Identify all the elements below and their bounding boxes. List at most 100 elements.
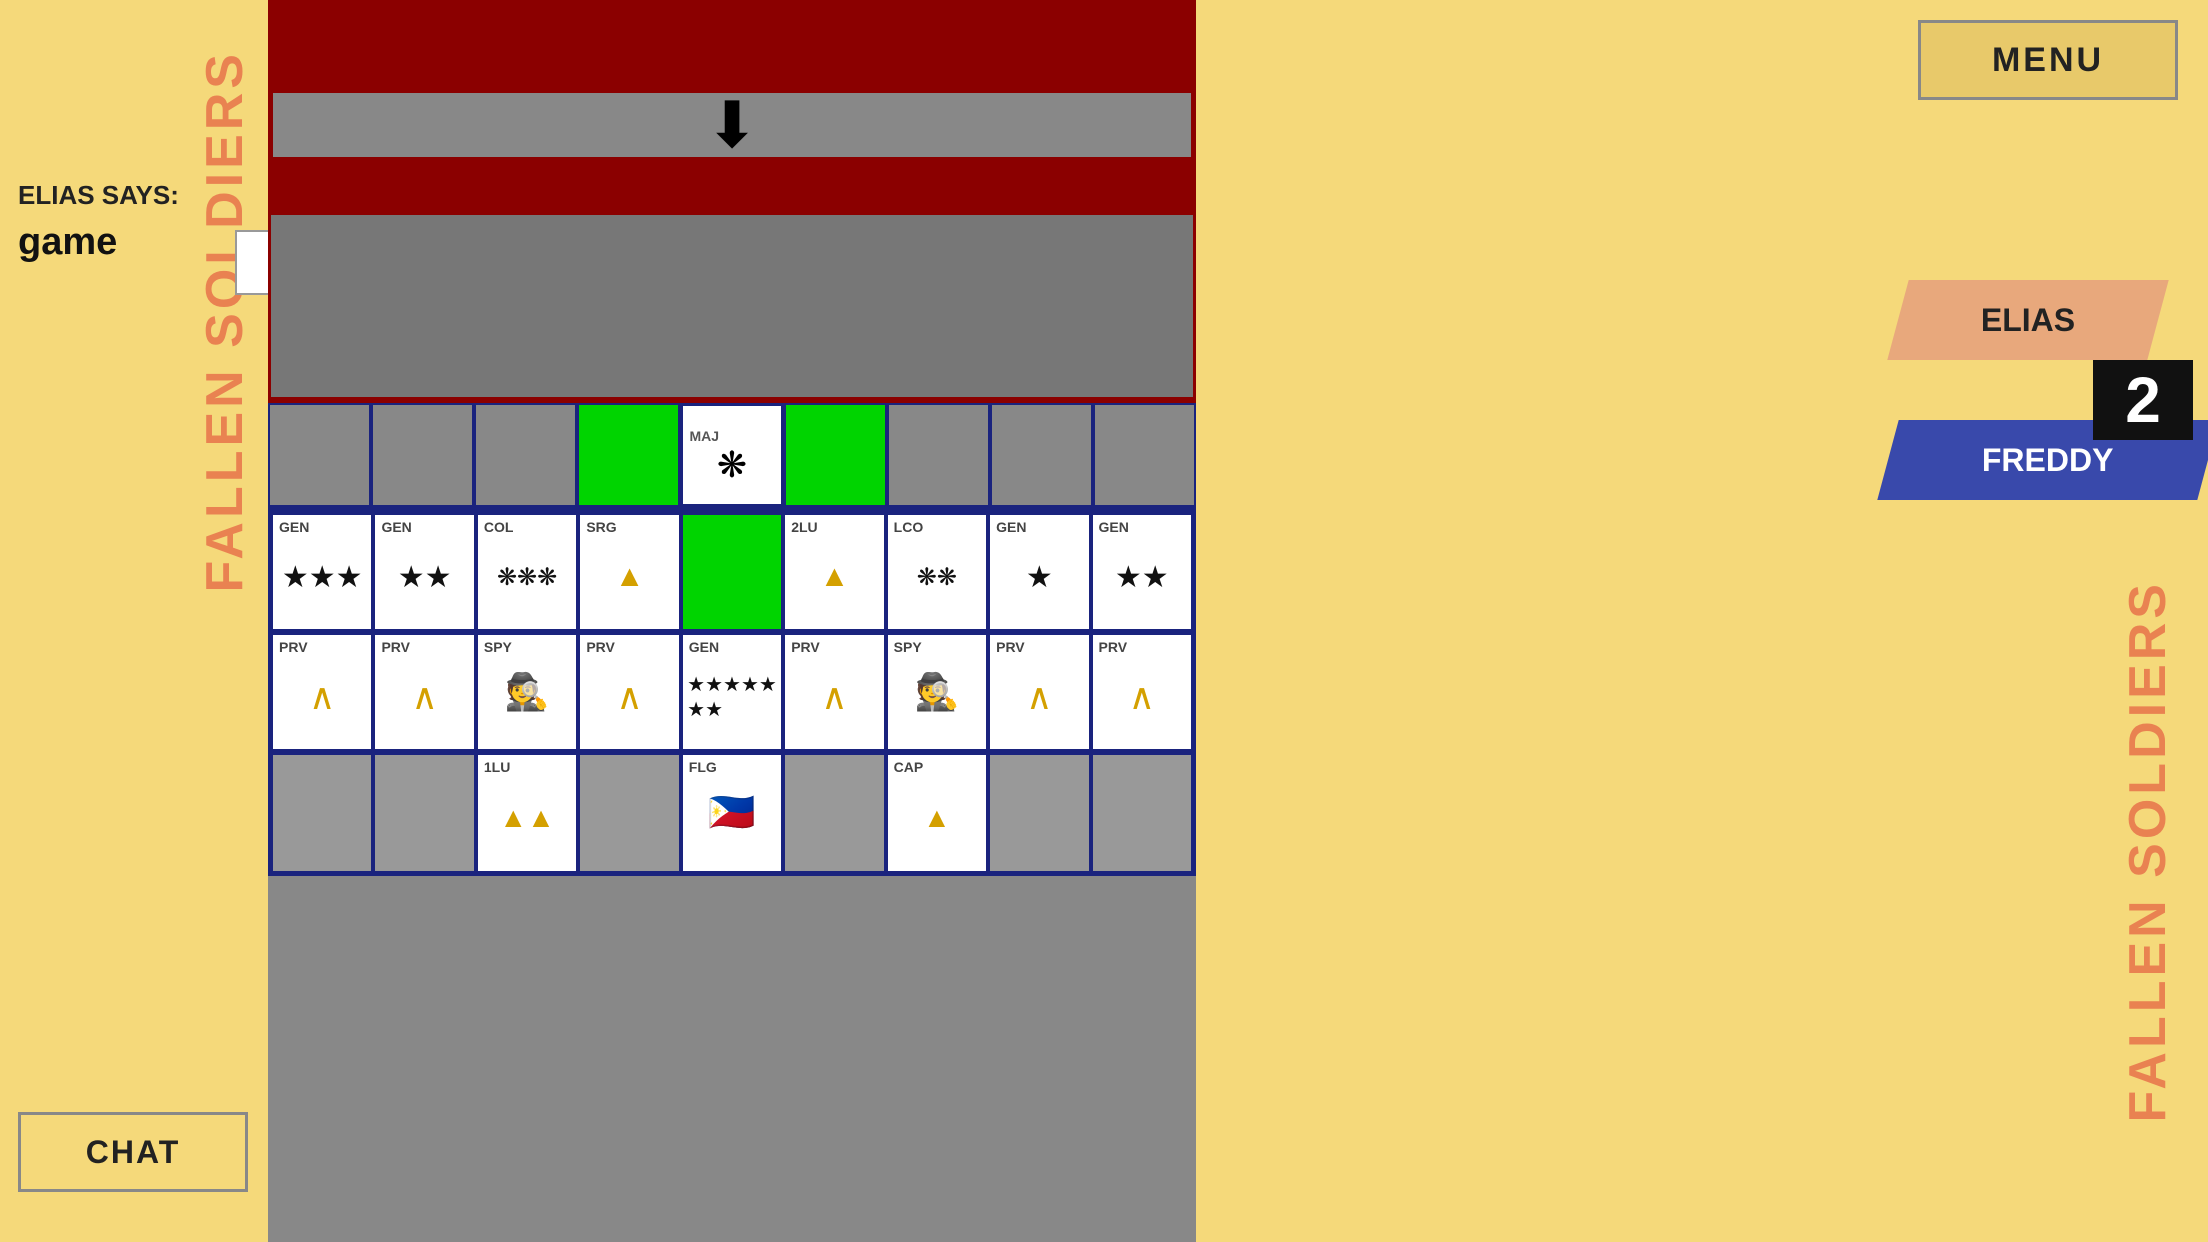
rank-icon-r1c3: ▲: [615, 560, 645, 594]
player-cell-r2c6-spy[interactable]: SPY 🕵: [886, 633, 988, 751]
rank-label-r1c1: GEN: [381, 519, 411, 535]
rank-label-r1c3: SRG: [586, 519, 616, 535]
player-cell-r3c8: [1091, 753, 1193, 873]
player-cell-r2c5[interactable]: PRV ∧: [783, 633, 885, 751]
rank-icon-r1c1: ★★: [398, 560, 452, 595]
mid-cell-2: [474, 403, 577, 507]
middle-area: MAJ ❋: [268, 400, 1196, 510]
rank-label-r3c6: CAP: [894, 759, 924, 775]
player-cell-r3c2-1lu[interactable]: 1LU ▲▲: [476, 753, 578, 873]
player-cell-r3c5: [783, 753, 885, 873]
mid-maj-label: MAJ: [689, 428, 719, 444]
player-cell-r2c2-spy[interactable]: SPY 🕵: [476, 633, 578, 751]
spy-icon-r2c6: 🕵: [914, 671, 959, 713]
player-cell-r1c2[interactable]: COL ❋❋❋: [476, 513, 578, 631]
rank-label-r2c7: PRV: [996, 639, 1025, 655]
player-cell-r1c5[interactable]: 2LU ▲: [783, 513, 885, 631]
rank-icon-r2c4: ★★★★★★★: [687, 672, 777, 722]
elias-says-label: ELIAS SAYS:: [18, 180, 248, 211]
player-cell-r1c3[interactable]: SRG ▲: [578, 513, 680, 631]
menu-button[interactable]: MENU: [1918, 20, 2178, 100]
rank-label-r1c2: COL: [484, 519, 514, 535]
player-cell-r1c0[interactable]: GEN ★★★: [271, 513, 373, 631]
mid-cell-5-green[interactable]: [784, 403, 887, 507]
freddy-banner-text: FREDDY: [1982, 442, 2114, 479]
player-cell-r1c4-green[interactable]: [681, 513, 783, 631]
player-cell-r3c3: [578, 753, 680, 873]
rank-icon-r3c2: ▲▲: [499, 802, 554, 834]
player-cell-r3c4-flag[interactable]: FLG 🇵🇭: [681, 753, 783, 873]
spy-icon-r2c2: 🕵: [505, 671, 550, 713]
player-cell-r1c7[interactable]: GEN ★: [988, 513, 1090, 631]
player-cell-r2c8[interactable]: PRV ∧: [1091, 633, 1193, 751]
rank-icon-r2c5: ∧: [821, 676, 847, 718]
rank-icon-r1c0: ★★★: [282, 560, 363, 595]
rank-label-r1c0: GEN: [279, 519, 309, 535]
rank-label-r2c4: GEN: [689, 639, 719, 655]
rank-icon-r3c6: ▲: [923, 802, 951, 834]
score-display: 2: [2093, 360, 2193, 440]
fallen-soldiers-left-label: FALLEN SOLDIERS: [195, 50, 255, 592]
elias-banner: ELIAS: [1887, 280, 2168, 360]
rank-label-r3c4: FLG: [689, 759, 717, 775]
fallen-soldiers-right-label: FALLEN SOLDIERS: [2118, 580, 2178, 1122]
rank-label-r3c2: 1LU: [484, 759, 510, 775]
player-cell-r2c4[interactable]: GEN ★★★★★★★: [681, 633, 783, 751]
rank-label-r2c0: PRV: [279, 639, 308, 655]
arrow-down-icon: ⬇: [705, 93, 759, 157]
rank-label-r2c8: PRV: [1099, 639, 1128, 655]
player-cell-r2c7[interactable]: PRV ∧: [988, 633, 1090, 751]
rank-label-r2c2: SPY: [484, 639, 512, 655]
rank-icon-r2c0: ∧: [309, 676, 335, 718]
mid-cell-6: [887, 403, 990, 507]
left-panel: FALLEN SOLDIERS ELIAS SAYS: game CHAT: [0, 0, 268, 1242]
rank-icon-r1c7: ★: [1026, 560, 1053, 595]
top-cell-r2c4-arrow: ⬇: [271, 91, 1193, 159]
player-cell-r2c1[interactable]: PRV ∧: [373, 633, 475, 751]
game-board: ⬇ MAJ ❋ GEN: [268, 0, 1196, 1242]
rank-label-r2c3: PRV: [586, 639, 615, 655]
rank-icon-r2c7: ∧: [1026, 676, 1052, 718]
rank-label-r1c5: 2LU: [791, 519, 817, 535]
top-grid: ⬇: [268, 0, 1196, 400]
rank-icon-r2c1: ∧: [411, 676, 437, 718]
mid-cell-1: [371, 403, 474, 507]
rank-icon-r1c5: ▲: [820, 560, 850, 594]
rank-icon-r1c6: ❋❋: [917, 563, 957, 592]
rank-label-r2c6: SPY: [894, 639, 922, 655]
rank-label-r1c6: LCO: [894, 519, 924, 535]
player-cell-r2c3[interactable]: PRV ∧: [578, 633, 680, 751]
mid-cell-7: [990, 403, 1093, 507]
mid-cell-4-maj[interactable]: MAJ ❋: [680, 403, 783, 507]
top-cell-r3c8: [271, 211, 1193, 215]
player-cell-r1c8[interactable]: GEN ★★: [1091, 513, 1193, 631]
rank-label-r1c7: GEN: [996, 519, 1026, 535]
player-grid-1: GEN ★★★ GEN ★★ COL ❋❋❋ SRG ▲ 2LU ▲ LCO: [271, 513, 1193, 633]
mid-cell-8: [1093, 403, 1196, 507]
elias-message: game: [18, 221, 248, 264]
rank-icon-r1c2: ❋❋❋: [497, 563, 557, 592]
chat-button[interactable]: CHAT: [18, 1112, 248, 1192]
player-cell-r1c6[interactable]: LCO ❋❋: [886, 513, 988, 631]
rank-icon-r2c8: ∧: [1129, 676, 1155, 718]
mid-maj-icon: ❋: [717, 444, 747, 486]
player-grid-2: PRV ∧ PRV ∧ SPY 🕵 PRV ∧ GEN ★★★★★★★ PRV …: [271, 633, 1193, 753]
player-cell-r3c1: [373, 753, 475, 873]
bottom-area: GEN ★★★ GEN ★★ COL ❋❋❋ SRG ▲ 2LU ▲ LCO: [268, 510, 1196, 876]
mid-cell-3-green[interactable]: [577, 403, 680, 507]
top-cell-r3c4-target[interactable]: [271, 191, 1193, 199]
player-cell-r3c7: [988, 753, 1090, 873]
rank-label-r2c1: PRV: [381, 639, 410, 655]
player-grid-3: 1LU ▲▲ FLG 🇵🇭 CAP ▲: [271, 753, 1193, 873]
flag-icon-r3c4: 🇵🇭: [708, 791, 755, 835]
rank-label-r2c5: PRV: [791, 639, 820, 655]
right-panel: MENU ELIAS 2 FREDDY FALLEN SOLDIERS: [1196, 0, 2208, 1242]
rank-icon-r1c8: ★★: [1115, 560, 1169, 595]
player-cell-r3c0: [271, 753, 373, 873]
player-cell-r1c1[interactable]: GEN ★★: [373, 513, 475, 631]
rank-icon-r2c3: ∧: [616, 676, 642, 718]
player-cell-r3c6-cap[interactable]: CAP ▲: [886, 753, 988, 873]
rank-label-r1c8: GEN: [1099, 519, 1129, 535]
chat-area: ELIAS SAYS: game: [18, 180, 248, 264]
player-cell-r2c0[interactable]: PRV ∧: [271, 633, 373, 751]
